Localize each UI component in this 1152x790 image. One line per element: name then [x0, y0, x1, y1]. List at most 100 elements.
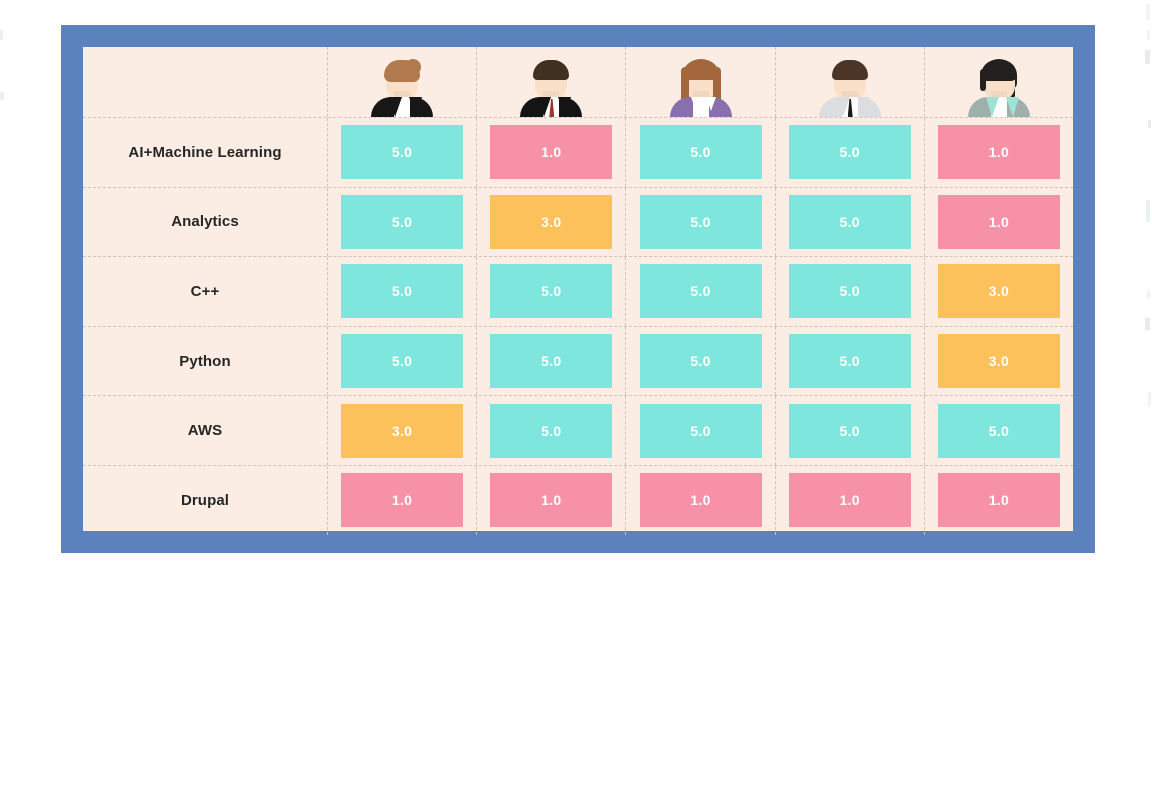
- matrix-person-header-4[interactable]: [776, 47, 925, 117]
- score-chip: 5.0: [639, 194, 762, 249]
- matrix-score-cell[interactable]: 3.0: [925, 257, 1073, 326]
- matrix-score-cell[interactable]: 5.0: [626, 396, 776, 465]
- matrix-score-cell[interactable]: 5.0: [626, 257, 776, 326]
- matrix-score-cell[interactable]: 5.0: [328, 118, 478, 187]
- matrix-skill-label: AWS: [187, 422, 223, 440]
- slide-edge-artifact: [0, 92, 4, 100]
- matrix-score-cell[interactable]: 5.0: [776, 257, 925, 326]
- matrix-score-cell[interactable]: 1.0: [477, 118, 627, 187]
- score-chip: 1.0: [490, 473, 613, 528]
- score-chip: 5.0: [788, 194, 911, 249]
- matrix-skill-label-cell: AWS: [83, 396, 328, 465]
- score-chip: 5.0: [788, 403, 911, 458]
- matrix-score-cell[interactable]: 3.0: [925, 327, 1073, 396]
- score-chip: 5.0: [788, 334, 911, 389]
- score-chip: 5.0: [341, 264, 464, 319]
- matrix-corner-cell: [83, 47, 328, 117]
- matrix-score-cell[interactable]: 5.0: [477, 396, 627, 465]
- matrix-row: Drupal 1.0 1.0 1.0 1.0 1.0: [83, 464, 1073, 535]
- matrix-skill-label: Analytics: [171, 213, 239, 231]
- slide-edge-artifact: [1145, 50, 1150, 64]
- score-chip: 5.0: [341, 334, 464, 389]
- matrix-skill-label-cell: Python: [83, 326, 328, 396]
- matrix-skill-label: AI+Machine Learning: [128, 143, 282, 161]
- slide-edge-artifact: [1147, 290, 1150, 299]
- matrix-score-cell[interactable]: 5.0: [776, 396, 925, 465]
- score-chip: 1.0: [937, 473, 1060, 528]
- slide-edge-artifact: [1146, 4, 1150, 20]
- score-chip: 5.0: [639, 125, 762, 180]
- slide-edge-artifact: [1148, 120, 1151, 128]
- score-chip: 5.0: [490, 403, 613, 458]
- avatar-man-dark-hair-grey-shirt-black-tie: [813, 51, 887, 117]
- matrix-score-cell[interactable]: 5.0: [776, 187, 925, 257]
- score-chip: 5.0: [639, 264, 762, 319]
- score-chip: 1.0: [490, 125, 613, 180]
- matrix-person-header-2[interactable]: [477, 47, 627, 117]
- matrix-score-cell[interactable]: 1.0: [925, 466, 1073, 535]
- matrix-score-cell[interactable]: 1.0: [477, 465, 627, 535]
- matrix-skill-label: Drupal: [180, 491, 230, 509]
- matrix-row: Analytics 5.0 3.0 5.0 5.0 1.0: [83, 186, 1073, 257]
- score-chip: 5.0: [490, 334, 613, 389]
- avatar-man-dark-hair-black-suit-red-tie: [514, 51, 588, 117]
- matrix-row: AWS 3.0 5.0 5.0 5.0 5.0: [83, 395, 1073, 465]
- matrix-person-header-3[interactable]: [626, 47, 776, 117]
- score-chip: 3.0: [490, 194, 613, 249]
- matrix-score-cell[interactable]: 1.0: [925, 118, 1073, 187]
- slide-canvas: AI+Machine Learning 5.0 1.0 5.0 5.0 1.0 Analyt…: [0, 0, 1152, 790]
- matrix-score-cell[interactable]: 5.0: [328, 187, 478, 257]
- matrix-skill-label-cell: AI+Machine Learning: [83, 118, 328, 187]
- matrix-skill-label: Python: [179, 352, 231, 370]
- score-chip: 5.0: [639, 334, 762, 389]
- slide-edge-artifact: [1148, 392, 1151, 406]
- matrix-row: Python 5.0 5.0 5.0 5.0 3.0: [83, 325, 1073, 396]
- matrix-header-row: [83, 47, 1073, 117]
- matrix-score-cell[interactable]: 3.0: [477, 187, 627, 257]
- matrix-score-cell[interactable]: 5.0: [776, 326, 925, 396]
- matrix-score-cell[interactable]: 5.0: [328, 326, 478, 396]
- score-chip: 3.0: [937, 264, 1060, 319]
- matrix-score-cell[interactable]: 5.0: [626, 187, 776, 257]
- score-chip: 1.0: [937, 125, 1060, 180]
- matrix-skill-label-cell: C++: [83, 257, 328, 326]
- matrix-skill-label-cell: Analytics: [83, 187, 328, 257]
- matrix-row: C++ 5.0 5.0 5.0 5.0 3.0: [83, 256, 1073, 326]
- slide-edge-artifact: [1146, 200, 1150, 222]
- score-chip: 5.0: [639, 403, 762, 458]
- score-chip: 5.0: [937, 403, 1060, 458]
- matrix-score-cell[interactable]: 1.0: [776, 465, 925, 535]
- matrix-score-cell[interactable]: 5.0: [477, 257, 627, 326]
- matrix-score-cell[interactable]: 5.0: [925, 396, 1073, 465]
- matrix-score-cell[interactable]: 5.0: [328, 257, 478, 326]
- matrix-score-cell[interactable]: 5.0: [477, 326, 627, 396]
- skills-matrix-table: AI+Machine Learning 5.0 1.0 5.0 5.0 1.0 Analyt…: [83, 47, 1073, 535]
- avatar-woman-long-brown-hair-purple-top: [664, 51, 738, 117]
- matrix-score-cell[interactable]: 5.0: [776, 118, 925, 187]
- slide-edge-artifact: [1147, 30, 1150, 40]
- skills-matrix-frame: AI+Machine Learning 5.0 1.0 5.0 5.0 1.0 Analyt…: [61, 25, 1095, 553]
- matrix-score-cell[interactable]: 1.0: [626, 465, 776, 535]
- avatar-woman-black-ponytail-mint-jacket: [962, 51, 1036, 117]
- score-chip: 5.0: [490, 264, 613, 319]
- matrix-score-cell[interactable]: 1.0: [328, 465, 478, 535]
- score-chip: 3.0: [341, 403, 464, 458]
- score-chip: 3.0: [937, 334, 1060, 389]
- score-chip: 5.0: [788, 264, 911, 319]
- matrix-skill-label-cell: Drupal: [83, 465, 328, 535]
- matrix-person-header-5[interactable]: [925, 47, 1073, 117]
- score-chip: 5.0: [341, 125, 464, 180]
- matrix-skill-label: C++: [190, 282, 220, 300]
- slide-edge-artifact: [0, 30, 3, 40]
- avatar-woman-brown-bun-black-jacket: [365, 51, 439, 117]
- matrix-score-cell[interactable]: 5.0: [626, 118, 776, 187]
- matrix-score-cell[interactable]: 1.0: [925, 188, 1073, 257]
- slide-edge-artifact: [1145, 318, 1150, 330]
- score-chip: 1.0: [341, 473, 464, 528]
- score-chip: 5.0: [788, 125, 911, 180]
- score-chip: 1.0: [788, 473, 911, 528]
- matrix-score-cell[interactable]: 3.0: [328, 396, 478, 465]
- matrix-row: AI+Machine Learning 5.0 1.0 5.0 5.0 1.0: [83, 117, 1073, 187]
- matrix-score-cell[interactable]: 5.0: [626, 326, 776, 396]
- matrix-person-header-1[interactable]: [328, 47, 478, 117]
